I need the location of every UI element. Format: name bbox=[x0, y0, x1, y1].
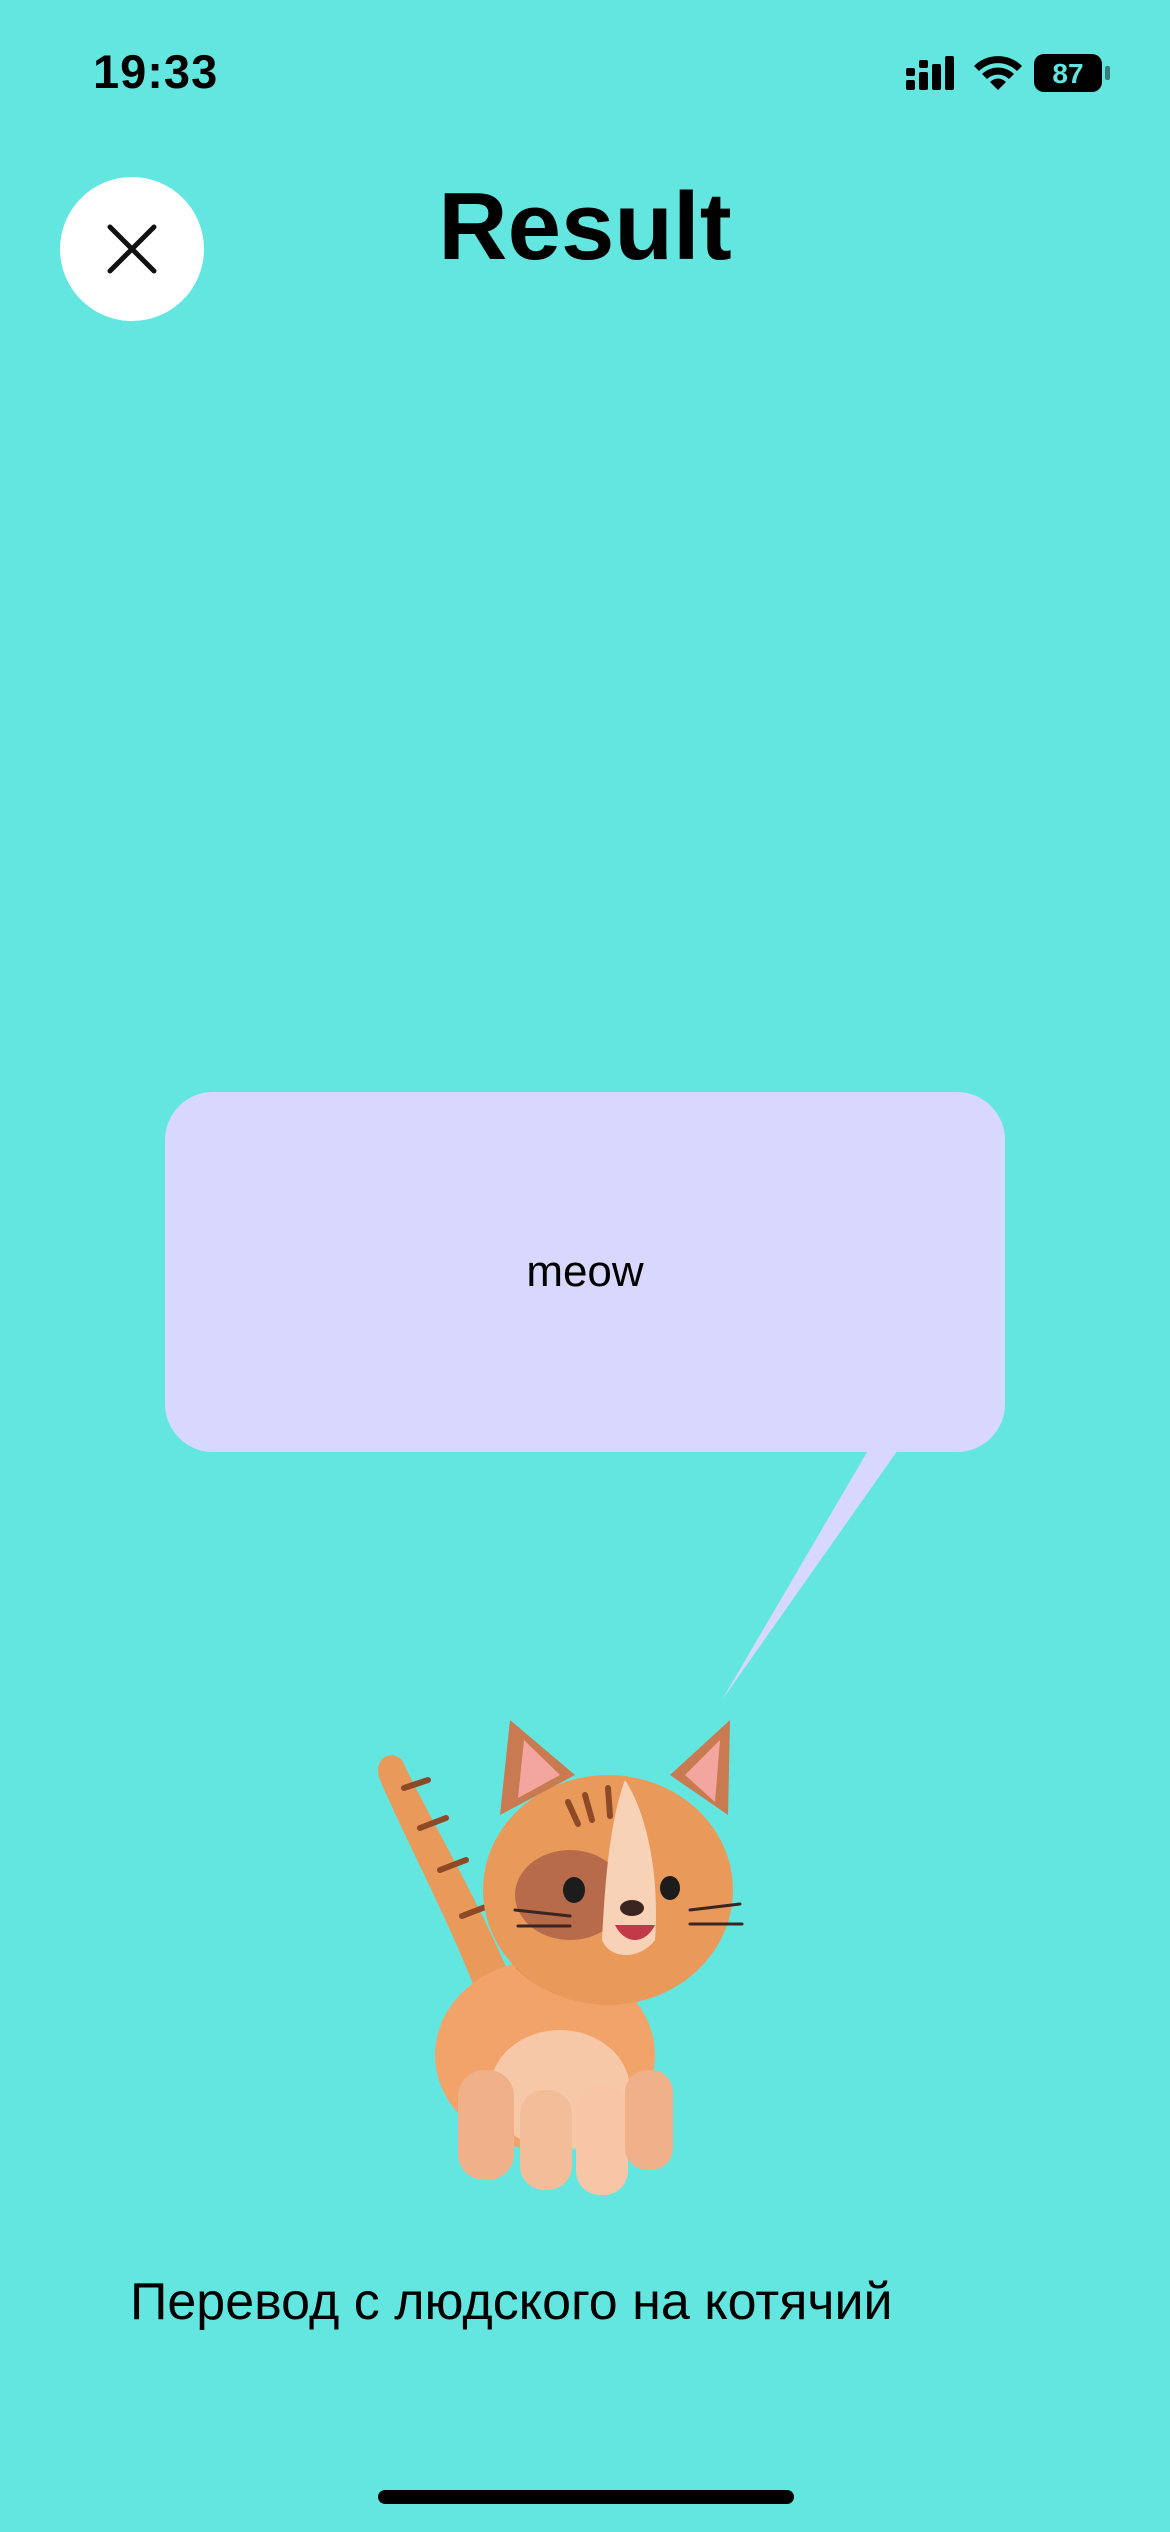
wifi-icon bbox=[974, 56, 1022, 90]
caption-text: Перевод с людского на котячий bbox=[130, 2273, 893, 2331]
home-indicator[interactable] bbox=[378, 2490, 794, 2504]
cat-illustration bbox=[378, 1720, 744, 2195]
page-title: Result bbox=[438, 173, 732, 280]
speech-bubble-text: meow bbox=[526, 1247, 644, 1296]
status-time: 19:33 bbox=[93, 45, 219, 98]
battery-level: 87 bbox=[1052, 58, 1083, 89]
status-bar: 19:33 87 bbox=[0, 0, 1170, 150]
speech-bubble: meow bbox=[165, 1092, 1005, 1452]
cellular-signal-icon bbox=[906, 56, 954, 90]
battery-icon: 87 bbox=[1034, 54, 1110, 92]
status-icons: 87 bbox=[906, 54, 1110, 92]
result-screen: 19:33 87 Result meow Перевод с людского … bbox=[0, 0, 1170, 2532]
